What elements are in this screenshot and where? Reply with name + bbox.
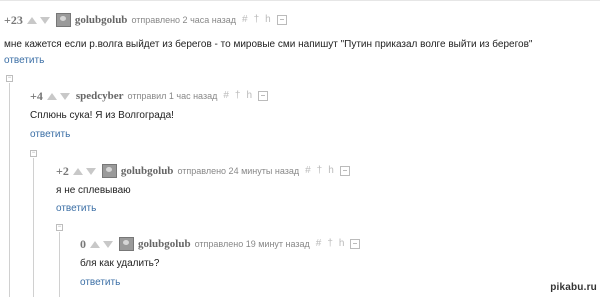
reply-link[interactable]: ответить [56,203,96,214]
save-icon[interactable] [276,15,287,25]
downvote-icon[interactable] [59,92,70,100]
h-icon[interactable]: h [246,90,252,102]
save-icon[interactable] [339,166,350,176]
collapse-button[interactable]: − [56,224,63,231]
comment-username[interactable]: spedcyber [76,90,124,102]
hash-icon[interactable]: # [242,14,248,26]
upvote-icon[interactable] [72,167,83,175]
h-icon[interactable]: h [328,165,334,177]
collapse-button[interactable]: − [30,150,37,157]
comment-username[interactable]: golubgolub [75,14,128,26]
comment-header: +2 golubgolub отправлено 24 минуты назад… [56,163,350,179]
comment-timestamp: отправлено 19 минут назад [194,239,310,249]
upvote-icon[interactable] [46,92,57,100]
comment-score: +2 [56,163,69,178]
avatar[interactable] [119,237,134,251]
h-icon[interactable]: h [339,238,345,250]
downvote-icon[interactable] [39,16,50,24]
save-icon[interactable] [350,239,361,249]
comment-timestamp: отправлено 24 минуты назад [177,166,300,176]
upvote-icon[interactable] [90,240,100,248]
comment-header: +4 spedcyber отправил 1 час назад # † h [30,88,269,104]
downvote-icon[interactable] [85,167,96,175]
hash-icon[interactable]: # [305,165,311,177]
collapse-button[interactable]: − [6,75,13,82]
comment-header: 0 golubgolub отправлено 19 минут назад #… [80,236,361,252]
hash-icon[interactable]: # [316,238,322,250]
top-divider [0,0,600,1]
comment-username[interactable]: golubgolub [138,238,191,250]
comment-score: 0 [80,236,86,251]
thread-line [33,158,34,297]
comment-timestamp: отправил 1 час назад [127,91,218,101]
comment-text: я не сплевываю [56,185,131,196]
comment-username[interactable]: golubgolub [121,165,174,177]
reply-link[interactable]: ответить [30,129,70,140]
comment-score: +4 [30,88,43,103]
dagger-icon[interactable]: † [235,90,241,102]
thread-line [9,83,10,297]
avatar[interactable] [101,164,117,178]
upvote-icon[interactable] [26,16,37,24]
comment-header: +23 golubgolub отправлено 2 часа назад #… [4,12,287,28]
comment-text: Сплюнь сука! Я из Волгограда! [30,110,174,121]
comment-timestamp: отправлено 2 часа назад [131,15,237,25]
site-watermark: pikabu.ru [550,282,597,293]
dagger-icon[interactable]: † [327,238,333,250]
comment-text: бля как удалить? [80,258,160,269]
save-icon[interactable] [258,91,269,101]
dagger-icon[interactable]: † [254,14,260,26]
avatar[interactable] [55,13,71,27]
comment-text: мне кажется если р.волга выйдет из берег… [4,39,533,50]
dagger-icon[interactable]: † [317,165,323,177]
reply-link[interactable]: ответить [80,277,120,288]
hash-icon[interactable]: # [223,90,229,102]
reply-link[interactable]: ответить [4,55,44,66]
h-icon[interactable]: h [265,14,271,26]
downvote-icon[interactable] [103,240,113,248]
thread-line [59,232,60,297]
comment-score: +23 [4,12,23,27]
